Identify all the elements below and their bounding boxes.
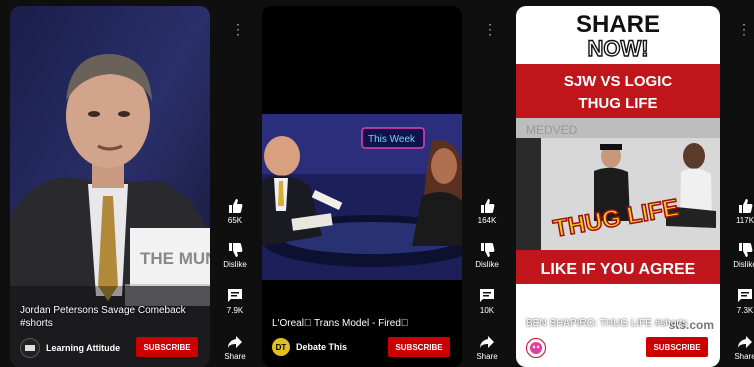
like-count: 65K — [227, 216, 243, 225]
thumbs-down-icon — [229, 243, 243, 257]
channel-name[interactable]: Sjw Triggered — [552, 343, 611, 353]
dislike-label: Dislike — [475, 260, 499, 269]
short-card-1[interactable]: THE MUNI Jordan Petersons Savage Comebac… — [10, 6, 210, 367]
share-button[interactable]: Share — [218, 334, 252, 361]
channel-info[interactable]: DT Debate This — [272, 338, 347, 356]
more-options-icon[interactable]: ⋮ — [231, 22, 245, 36]
thumbs-up-icon — [739, 199, 753, 213]
video-title[interactable]: Jordan Petersons Savage Comeback #shorts — [20, 304, 200, 330]
svg-text:MEDVED: MEDVED — [526, 123, 578, 137]
comment-icon — [738, 289, 752, 302]
like-button[interactable]: 117K — [728, 198, 754, 225]
channel-avatar[interactable] — [526, 338, 546, 358]
share-label: Share — [734, 352, 754, 361]
comment-count: 7.9K — [226, 306, 244, 315]
comments-button[interactable]: 10K — [470, 288, 504, 315]
like-count: 117K — [735, 216, 754, 225]
share-icon — [480, 336, 494, 348]
banner-red-line-1: SJW VS LOGIC — [564, 73, 673, 90]
channel-info[interactable]: Sjw Triggered — [526, 338, 611, 358]
subscribe-button[interactable]: SUBSCRIBE — [388, 337, 450, 357]
share-now-text-2: NOW! — [587, 36, 648, 61]
neon-sign-text: This Week — [368, 134, 416, 145]
title-line-1: Jordan Petersons Savage Comeback — [20, 305, 186, 316]
comments-button[interactable]: 7.9K — [218, 288, 252, 315]
share-button[interactable]: Share — [470, 334, 504, 361]
share-label: Share — [476, 352, 498, 361]
title-hashtag[interactable]: #shorts — [20, 317, 200, 330]
share-icon — [228, 336, 242, 348]
like-button[interactable]: 164K — [470, 198, 504, 225]
subscribe-button[interactable]: SUBSCRIBE — [136, 337, 198, 357]
video-thumbnail-3[interactable]: SHARE NOW! SJW VS LOGIC THUG LIFE MEDVED… — [516, 6, 720, 367]
channel-info[interactable]: Learning Attitude — [20, 338, 120, 358]
comment-count: 7.3K — [736, 306, 754, 315]
thumbs-down-icon — [739, 243, 753, 257]
like-button[interactable]: 65K — [218, 198, 252, 225]
channel-avatar[interactable] — [20, 338, 40, 358]
dislike-label: Dislike — [733, 260, 754, 269]
comment-icon — [480, 289, 494, 302]
banner-bottom-text: LIKE IF YOU AGREE — [541, 261, 696, 278]
more-options-icon[interactable]: ⋮ — [737, 22, 751, 36]
thumbs-up-icon — [481, 199, 495, 213]
comment-count: 10K — [479, 306, 495, 315]
comments-button[interactable]: 7.3K — [728, 288, 754, 315]
dislike-button[interactable]: Dislike — [728, 242, 754, 269]
channel-name[interactable]: Learning Attitude — [46, 343, 120, 353]
channel-name[interactable]: Debate This — [296, 342, 347, 352]
thumbs-up-icon — [229, 199, 243, 213]
thumbs-down-icon — [481, 243, 495, 257]
more-options-icon[interactable]: ⋮ — [483, 22, 497, 36]
share-now-text-1: SHARE — [576, 11, 660, 38]
share-label: Share — [224, 352, 246, 361]
dislike-button[interactable]: Dislike — [218, 242, 252, 269]
video-title[interactable]: L'Oreal  Trans Model - Fired  — [272, 317, 452, 330]
dislike-button[interactable]: Dislike — [470, 242, 504, 269]
dislike-label: Dislike — [223, 260, 247, 269]
video-title[interactable]: BEN SHAPIRO: THUG LIFE #shorts — [526, 317, 710, 330]
video-thumbnail-2[interactable]: This Week — [262, 6, 462, 367]
share-icon — [738, 336, 752, 348]
placard-text: THE MUNI — [140, 249, 210, 268]
banner-red-line-2: THUG LIFE — [578, 95, 657, 112]
short-card-3[interactable]: SHARE NOW! SJW VS LOGIC THUG LIFE MEDVED… — [516, 6, 720, 367]
comment-icon — [228, 289, 242, 302]
like-count: 164K — [477, 216, 497, 225]
subscribe-button[interactable]: SUBSCRIBE — [646, 337, 708, 357]
short-card-2[interactable]: This Week L'Oreal  Trans Model - Fired  … — [262, 6, 462, 367]
channel-avatar[interactable]: DT — [272, 338, 290, 356]
share-button[interactable]: Share — [728, 334, 754, 361]
